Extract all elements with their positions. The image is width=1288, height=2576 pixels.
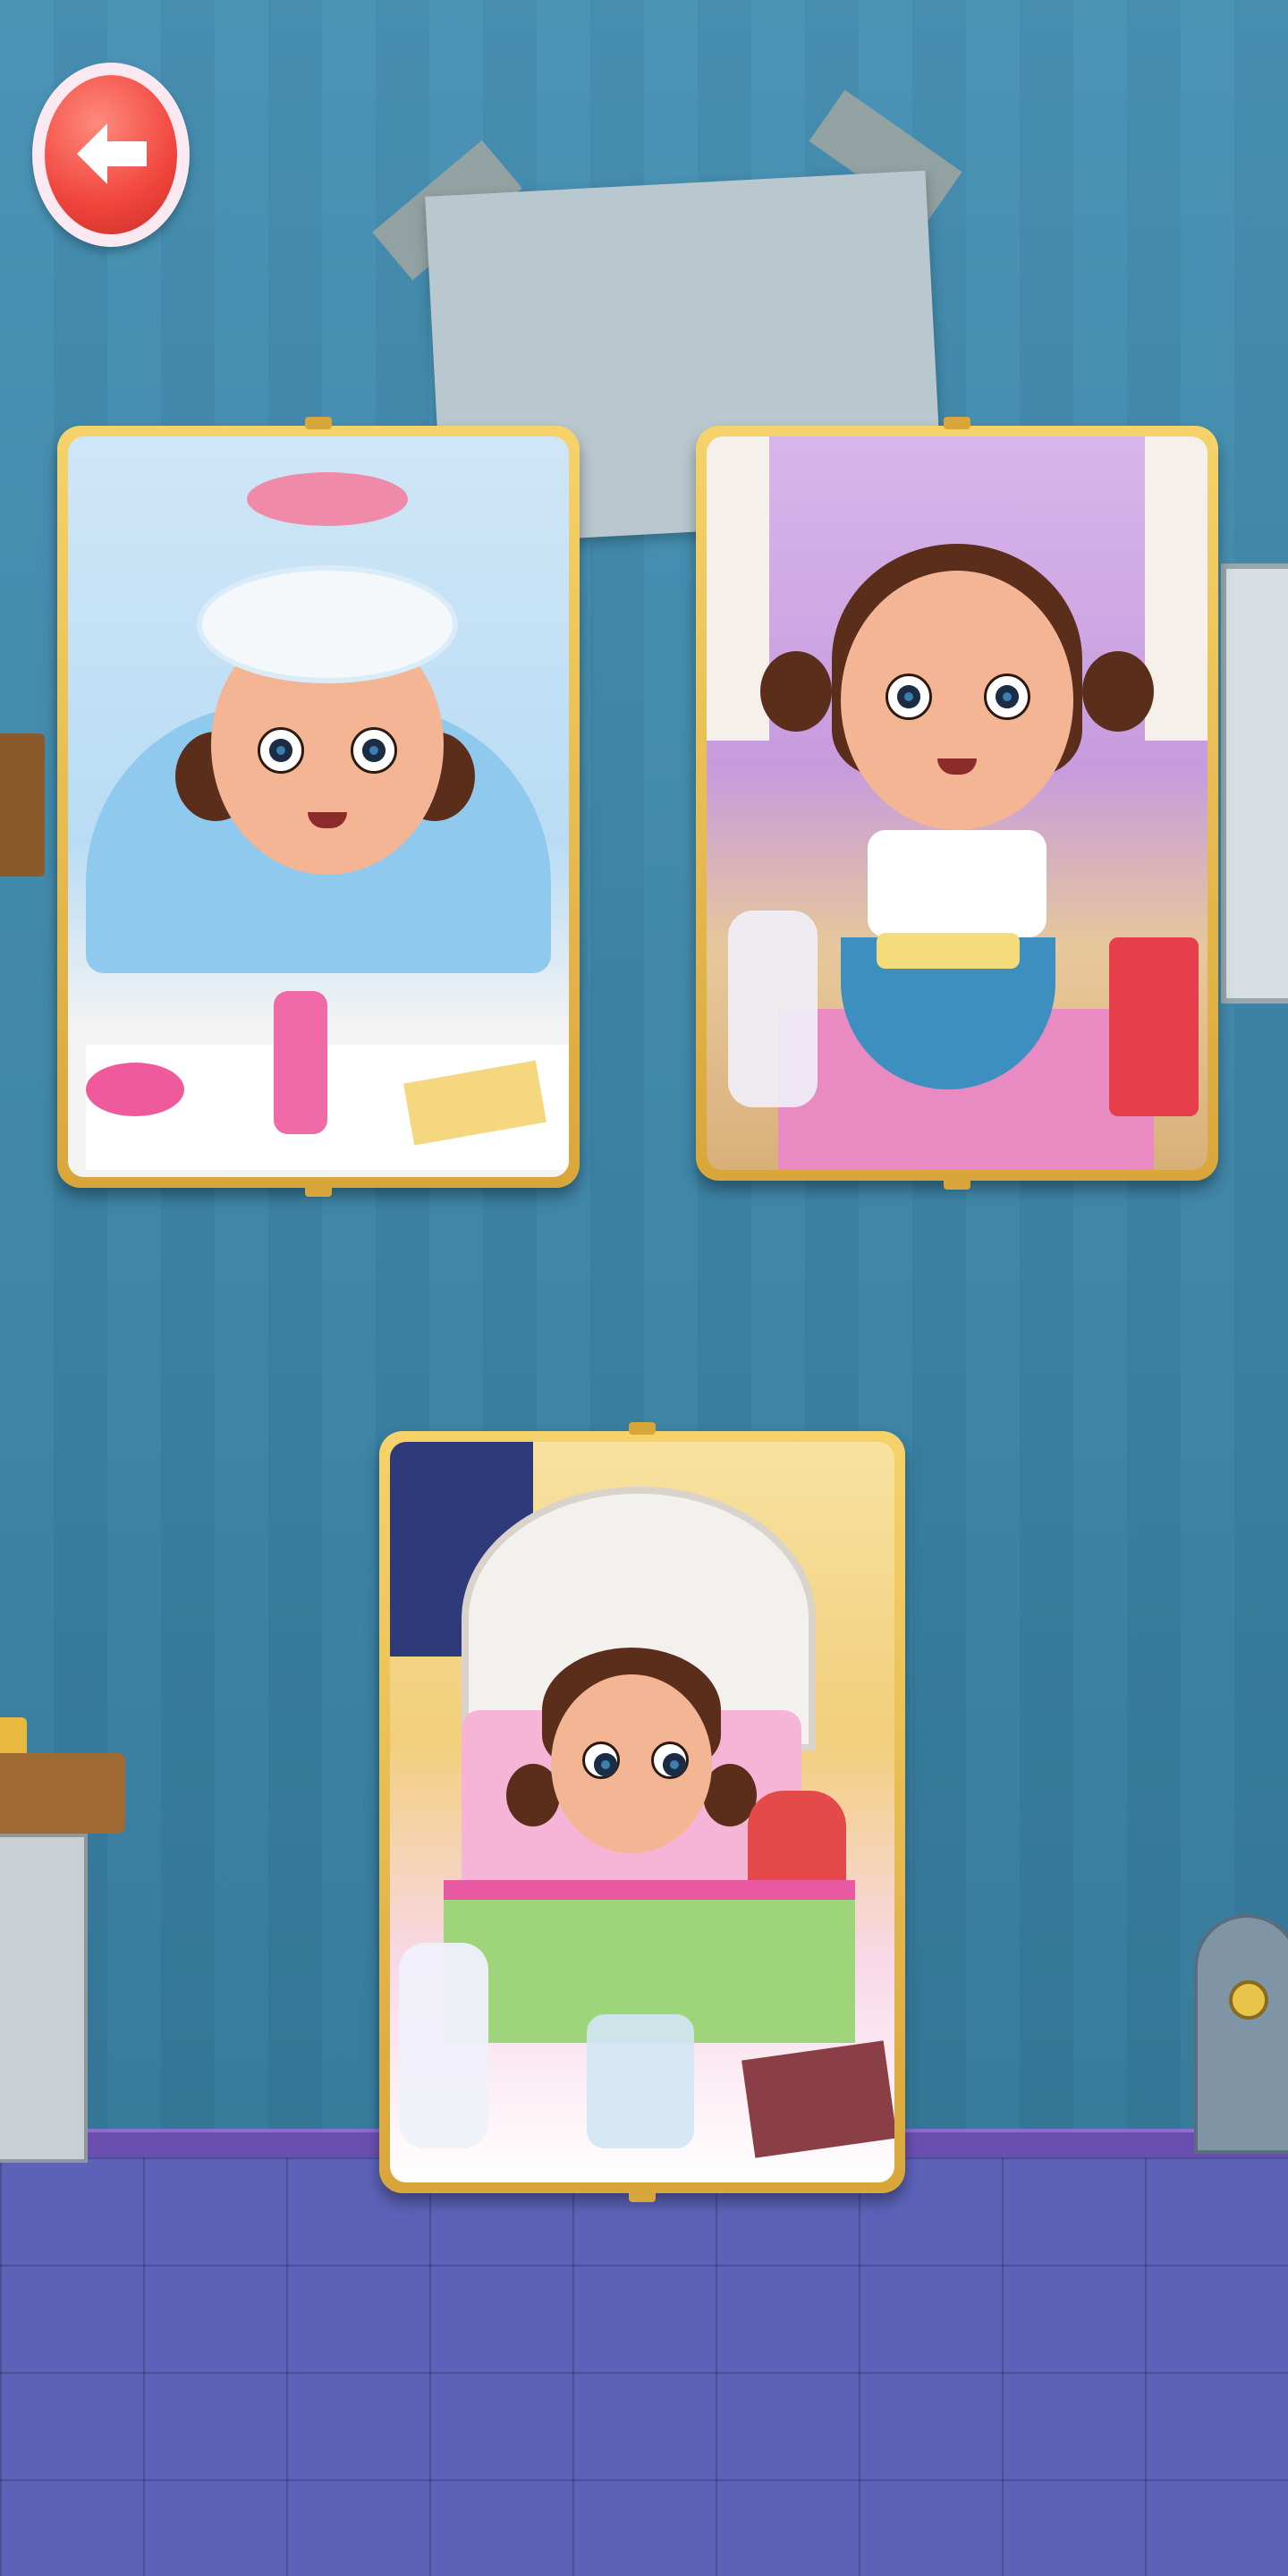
curtain-right	[1145, 436, 1208, 741]
window-frame	[1221, 564, 1288, 1004]
food-in-bowl	[877, 933, 1020, 969]
sleep-activity-card[interactable]	[379, 1422, 905, 2202]
soap-icon	[86, 1063, 184, 1116]
kitchen-scene-image	[707, 436, 1208, 1170]
wall-shelf	[0, 733, 45, 877]
game-scene	[0, 0, 1288, 2576]
soap-foam	[202, 571, 453, 678]
juice-cup-icon	[1109, 937, 1199, 1116]
door-knob	[1229, 1980, 1268, 2020]
back-arrow-icon	[77, 123, 147, 184]
toothbrush-cup-icon	[587, 2014, 694, 2148]
floor-tiles	[0, 2157, 1288, 2576]
bath-activity-card[interactable]	[57, 417, 580, 1197]
back-button[interactable]	[32, 63, 190, 247]
food-activity-card[interactable]	[696, 417, 1218, 1190]
bedroom-scene-image	[390, 1442, 894, 2182]
baby-oil-bottle	[274, 991, 327, 1134]
baby-face	[841, 571, 1073, 830]
storybook-icon	[741, 2040, 894, 2158]
mouse-hole-door	[1194, 1914, 1288, 2154]
baby-bottle-icon	[399, 1943, 488, 2148]
shower-head-icon	[247, 472, 408, 526]
baby-bottle-icon	[728, 911, 818, 1107]
cabinet	[0, 1717, 125, 2200]
bib	[868, 830, 1046, 937]
bath-scene-image	[68, 436, 569, 1177]
